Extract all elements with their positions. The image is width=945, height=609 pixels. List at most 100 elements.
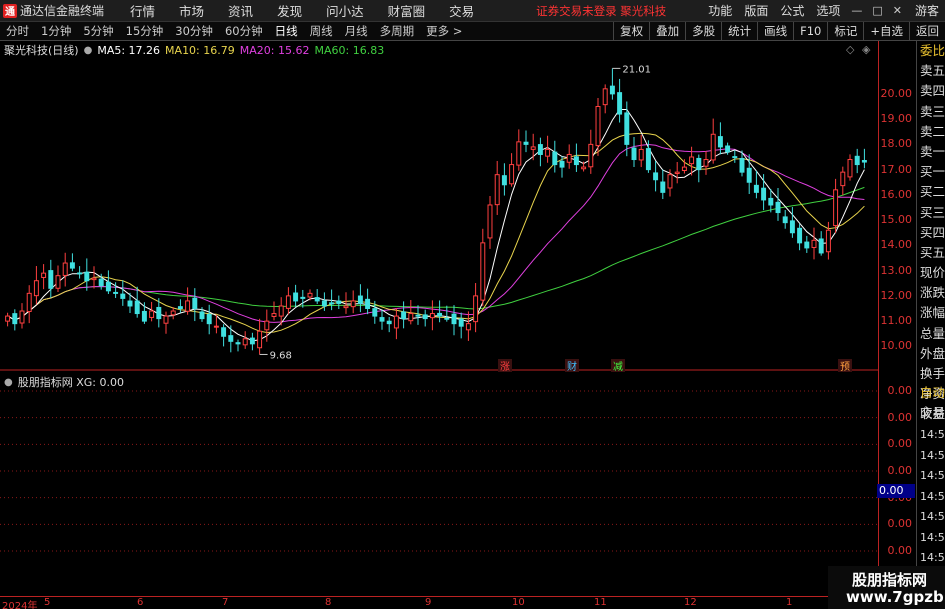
draw-line-button[interactable]: 画线 xyxy=(757,21,793,41)
candle-body xyxy=(242,338,248,346)
menu-quotes[interactable]: 行情 xyxy=(130,1,155,20)
candle-body xyxy=(91,277,97,281)
diamond-icon[interactable]: ◇ xyxy=(846,43,854,56)
settings-dot-icon[interactable]: ● xyxy=(84,45,93,56)
candle-body xyxy=(746,167,752,183)
close-icon[interactable]: ✕ xyxy=(893,4,902,17)
tab-30min[interactable]: 30分钟 xyxy=(169,23,219,39)
overlay-button[interactable]: 叠加 xyxy=(649,21,685,41)
kline-chart[interactable]: 21.01 9.68 涨 财 减 预 xyxy=(0,41,878,596)
menu-wealth[interactable]: 财富圈 xyxy=(388,1,426,20)
candle xyxy=(537,137,543,167)
candle-body xyxy=(480,242,486,301)
sub-tick-label: 0.00 xyxy=(887,517,913,531)
candle-body xyxy=(177,306,183,310)
chart-area[interactable]: 21.01 9.68 涨 财 减 预 聚光科技(日线) ● MA5: 17.26 MA10… xyxy=(0,41,878,596)
menu-ask[interactable]: 问小达 xyxy=(326,1,364,20)
side-label-1: 卖五 xyxy=(920,63,945,79)
candle-body xyxy=(221,327,227,337)
menu-formula[interactable]: 公式 xyxy=(780,2,804,19)
candle-body xyxy=(725,145,731,153)
tab-60min[interactable]: 60分钟 xyxy=(219,23,269,39)
candle xyxy=(393,308,399,340)
month-tick-label: 10 xyxy=(512,597,525,608)
sub-chart-header: ● 股朋指标网 XG: 0.00 xyxy=(4,374,124,390)
menu-trade[interactable]: 交易 xyxy=(449,1,474,20)
candle-body xyxy=(444,317,450,320)
menu-layout[interactable]: 版面 xyxy=(744,2,768,19)
candle-body xyxy=(5,315,11,322)
side-auto[interactable]: 自动 xyxy=(917,383,945,403)
add-watchlist-button[interactable]: +自选 xyxy=(863,21,909,41)
side-label-4: 卖二 xyxy=(920,123,945,139)
price-tick-label: 14.00 xyxy=(880,238,913,252)
tab-5min[interactable]: 5分钟 xyxy=(77,23,119,39)
adjust-button[interactable]: 复权 xyxy=(613,21,649,41)
candle-body xyxy=(33,280,39,297)
account-label[interactable]: 游客 xyxy=(915,2,939,19)
candle-body xyxy=(689,156,695,165)
minimize-icon[interactable]: — xyxy=(851,4,862,17)
side-label-12: 涨跌 xyxy=(920,285,945,301)
watermark: 股朋指标网 www.7gpzb.com xyxy=(828,566,945,609)
maximize-icon[interactable]: □ xyxy=(872,4,882,17)
side-label-14: 总量 xyxy=(920,325,945,341)
menu-news[interactable]: 资讯 xyxy=(228,1,253,20)
price-tick-label: 18.00 xyxy=(880,137,913,151)
tab-1min[interactable]: 1分钟 xyxy=(35,23,77,39)
tab-multi-period[interactable]: 多周期 xyxy=(374,23,421,39)
menu-options[interactable]: 选项 xyxy=(816,2,840,19)
f10-button[interactable]: F10 xyxy=(793,21,827,41)
candle xyxy=(350,290,356,314)
tab-intraday[interactable]: 分时 xyxy=(0,23,35,39)
candle-body xyxy=(357,295,363,304)
side-label-0: 委比 xyxy=(920,43,945,58)
back-button[interactable]: 返回 xyxy=(909,21,945,41)
menu-discover[interactable]: 发现 xyxy=(277,1,302,20)
candle xyxy=(33,266,39,305)
sub-settings-dot-icon[interactable]: ● xyxy=(4,377,13,388)
candle xyxy=(545,135,551,163)
tab-daily[interactable]: 日线 xyxy=(269,23,304,39)
tab-weekly[interactable]: 周线 xyxy=(304,23,339,39)
candle xyxy=(833,178,839,234)
price-tick-label: 13.00 xyxy=(880,263,913,277)
candle xyxy=(516,129,522,171)
candle-body xyxy=(321,300,327,307)
sub-tick-label: 0.00 xyxy=(887,437,913,451)
expand-icon[interactable]: ◈ xyxy=(862,43,870,56)
candle-body xyxy=(293,292,299,302)
candle xyxy=(732,150,738,163)
candle xyxy=(336,295,342,310)
candle-body xyxy=(329,302,335,305)
candle xyxy=(415,305,421,325)
candle-body xyxy=(336,300,342,304)
sub-current-value: 0.00 xyxy=(877,484,915,498)
candle xyxy=(437,300,443,323)
candle xyxy=(429,300,435,331)
candle xyxy=(314,289,320,304)
stats-button[interactable]: 统计 xyxy=(721,21,757,41)
candle xyxy=(789,207,795,238)
candle-body xyxy=(833,189,839,227)
side-label-16: 换手 xyxy=(920,366,945,381)
candle-body xyxy=(753,184,759,193)
side-time-3: 14:56 xyxy=(920,489,945,503)
candle-body xyxy=(365,298,371,310)
candle-body xyxy=(854,155,860,166)
mark-button[interactable]: 标记 xyxy=(827,21,863,41)
tab-monthly[interactable]: 月线 xyxy=(339,23,374,39)
candle-body xyxy=(761,187,767,201)
candle-body xyxy=(703,159,709,167)
menu-market[interactable]: 市场 xyxy=(179,1,204,20)
candle-body xyxy=(696,157,702,171)
candle-body xyxy=(415,314,421,317)
multi-stock-button[interactable]: 多股 xyxy=(685,21,721,41)
tab-more[interactable]: 更多 > xyxy=(420,23,468,39)
side-trade[interactable]: 交易 xyxy=(917,403,945,423)
candle-body xyxy=(552,151,558,166)
watermark-title: 股朋指标网 xyxy=(852,571,928,589)
menu-function[interactable]: 功能 xyxy=(708,2,732,19)
tab-15min[interactable]: 15分钟 xyxy=(120,23,170,39)
candle-body xyxy=(710,133,716,161)
